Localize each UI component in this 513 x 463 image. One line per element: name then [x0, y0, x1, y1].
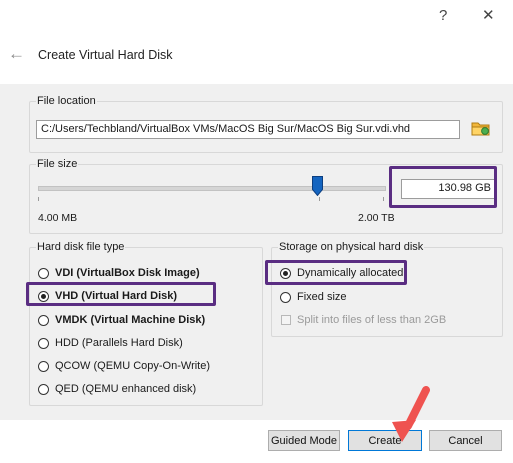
highlight-box	[26, 282, 216, 306]
radio-qcow[interactable]: QCOW (QEMU Copy-On-Write)	[38, 357, 210, 375]
radio-fixed-label: Fixed size	[297, 291, 347, 303]
back-arrow-icon[interactable]: ←	[8, 44, 25, 64]
radio-button[interactable]	[38, 337, 49, 349]
disk-type-group: Hard disk file type VDI (VirtualBox Disk…	[29, 241, 263, 406]
radio-vmdk[interactable]: VMDK (Virtual Machine Disk)	[38, 311, 205, 329]
file-location-label: File location	[36, 95, 97, 108]
radio-hdd[interactable]: HDD (Parallels Hard Disk)	[38, 334, 183, 352]
help-icon[interactable]: ?	[439, 6, 447, 26]
highlight-box	[265, 260, 407, 285]
radio-fixed[interactable]: Fixed size	[280, 288, 347, 306]
radio-button[interactable]	[280, 291, 291, 303]
file-location-input[interactable]: C:/Users/Techbland/VirtualBox VMs/MacOS …	[36, 120, 460, 139]
file-size-label: File size	[36, 158, 79, 171]
size-slider-track[interactable]	[38, 186, 386, 191]
radio-qed-label: QED (QEMU enhanced disk)	[55, 383, 197, 395]
size-slider-thumb[interactable]	[312, 176, 323, 197]
highlight-box	[389, 166, 497, 208]
radio-button[interactable]	[38, 360, 49, 372]
wizard-content: File location C:/Users/Techbland/Virtual…	[0, 84, 513, 420]
radio-button[interactable]	[38, 383, 49, 395]
split-checkbox-label: Split into files of less than 2GB	[297, 314, 447, 326]
annotation-arrow-icon	[392, 386, 430, 442]
radio-vmdk-label: VMDK (Virtual Machine Disk)	[55, 314, 206, 326]
slider-tick	[38, 197, 39, 201]
radio-button[interactable]	[38, 267, 49, 279]
wizard-header: ← Create Virtual Hard Disk	[0, 34, 513, 84]
folder-browse-icon[interactable]	[470, 118, 492, 138]
radio-vdi[interactable]: VDI (VirtualBox Disk Image)	[38, 264, 200, 282]
radio-qcow-label: QCOW (QEMU Copy-On-Write)	[55, 360, 211, 372]
radio-button[interactable]	[38, 314, 49, 326]
cancel-button[interactable]: Cancel	[429, 430, 502, 451]
disk-type-label: Hard disk file type	[36, 241, 126, 254]
close-icon[interactable]: ✕	[482, 6, 495, 26]
radio-vdi-label: VDI (VirtualBox Disk Image)	[55, 267, 200, 279]
size-max-label: 2.00 TB	[358, 212, 395, 224]
checkbox[interactable]	[281, 315, 291, 325]
page-title: Create Virtual Hard Disk	[38, 48, 173, 62]
slider-tick	[319, 197, 320, 201]
size-min-label: 4.00 MB	[38, 212, 78, 224]
slider-tick	[383, 197, 384, 201]
radio-qed[interactable]: QED (QEMU enhanced disk)	[38, 380, 196, 398]
split-checkbox[interactable]: Split into files of less than 2GB	[281, 311, 446, 329]
radio-hdd-label: HDD (Parallels Hard Disk)	[55, 337, 183, 349]
guided-mode-button[interactable]: Guided Mode	[268, 430, 340, 451]
storage-label: Storage on physical hard disk	[278, 241, 425, 254]
title-bar: ? ✕	[0, 0, 513, 34]
file-location-group: File location C:/Users/Techbland/Virtual…	[29, 95, 503, 153]
